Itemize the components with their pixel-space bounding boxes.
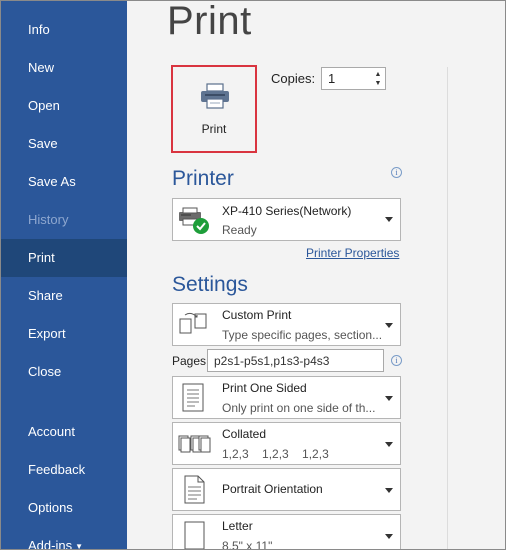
sides-title: Print One Sided bbox=[222, 381, 307, 395]
info-icon[interactable]: i bbox=[391, 355, 402, 366]
sidebar-item-label: Save bbox=[28, 136, 58, 151]
printer-status: Ready bbox=[222, 223, 257, 237]
sidebar-item-label: Options bbox=[28, 500, 73, 515]
sidebar-item-label: Export bbox=[28, 326, 66, 341]
sidebar-item-label: Feedback bbox=[28, 462, 86, 477]
sidebar-item-share[interactable]: Share bbox=[1, 277, 127, 315]
sidebar-item-history: History bbox=[1, 201, 127, 239]
print-panel: Print Print Copies: 1 ▲ ▼ Printer i XP-4… bbox=[127, 0, 505, 550]
printer-icon bbox=[200, 83, 230, 114]
print-button[interactable]: Print bbox=[171, 65, 257, 153]
print-range-title: Custom Print bbox=[222, 308, 292, 322]
paper-size-title: Letter bbox=[222, 519, 253, 533]
backstage-sidebar: Info New Open Save Save As History Print… bbox=[1, 1, 127, 550]
sidebar-item-save-as[interactable]: Save As bbox=[1, 163, 127, 201]
settings-heading: Settings bbox=[172, 273, 248, 296]
collation-title: Collated bbox=[222, 427, 267, 441]
sidebar-item-new[interactable]: New bbox=[1, 49, 127, 87]
paper-size-dropdown[interactable]: Letter 8.5" x 11" bbox=[172, 514, 401, 550]
pages-label: Pages: bbox=[172, 354, 210, 368]
pages-input[interactable]: p2s1-p5s1,p1s3-p4s3 bbox=[207, 349, 384, 372]
sidebar-item-label: Info bbox=[28, 22, 50, 37]
chevron-down-icon bbox=[385, 442, 393, 447]
preview-divider bbox=[447, 67, 448, 549]
sidebar-item-open[interactable]: Open bbox=[1, 87, 127, 125]
sidebar-item-label: Account bbox=[28, 424, 75, 439]
copies-stepper[interactable]: 1 ▲ ▼ bbox=[321, 67, 386, 90]
chevron-down-icon bbox=[385, 323, 393, 328]
portrait-page-icon bbox=[177, 474, 211, 511]
network-printer-icon bbox=[177, 206, 211, 241]
print-button-label: Print bbox=[201, 122, 227, 136]
sidebar-item-options[interactable]: Options bbox=[1, 489, 127, 527]
sidebar-item-info[interactable]: Info bbox=[1, 11, 127, 49]
sidebar-item-label: Save As bbox=[28, 174, 76, 189]
collated-pages-icon bbox=[177, 430, 211, 463]
collation-dropdown[interactable]: Collated 1,2,3 1,2,3 1,2,3 bbox=[172, 422, 401, 465]
sidebar-item-label: Close bbox=[28, 364, 62, 379]
printer-heading: Printer bbox=[172, 167, 234, 190]
chevron-down-icon bbox=[385, 217, 393, 222]
sidebar-item-account[interactable]: Account bbox=[1, 413, 127, 451]
info-icon[interactable]: i bbox=[391, 167, 402, 178]
sidebar-item-label: New bbox=[28, 60, 55, 75]
printer-dropdown[interactable]: XP-410 Series(Network) Ready bbox=[172, 198, 401, 241]
sidebar-item-print[interactable]: Print bbox=[1, 239, 127, 277]
sidebar-item-close[interactable]: Close bbox=[1, 353, 127, 391]
custom-pages-icon bbox=[177, 311, 211, 344]
collation-subtitle: 1,2,3 1,2,3 1,2,3 bbox=[222, 447, 329, 461]
chevron-down-icon: ▼ bbox=[75, 542, 83, 550]
sidebar-item-label: Share bbox=[28, 288, 63, 303]
sidebar-item-label: Open bbox=[28, 98, 60, 113]
sidebar-item-label: History bbox=[28, 212, 69, 227]
copies-label: Copies: bbox=[271, 71, 316, 86]
paper-page-icon bbox=[177, 520, 211, 549]
print-range-subtitle: Type specific pages, section... bbox=[222, 328, 382, 342]
backstage-window: Info New Open Save Save As History Print… bbox=[0, 0, 506, 550]
orientation-dropdown[interactable]: Portrait Orientation bbox=[172, 468, 401, 511]
chevron-down-icon bbox=[385, 396, 393, 401]
one-sided-page-icon bbox=[177, 382, 211, 419]
spin-buttons[interactable]: ▲ ▼ bbox=[373, 70, 383, 88]
chevron-down-icon bbox=[385, 488, 393, 493]
printer-name: XP-410 Series(Network) bbox=[222, 204, 352, 218]
copies-value: 1 bbox=[328, 71, 336, 86]
page-title: Print bbox=[167, 0, 252, 43]
orientation-title: Portrait Orientation bbox=[222, 482, 323, 496]
chevron-down-icon bbox=[385, 534, 393, 539]
sidebar-item-export[interactable]: Export bbox=[1, 315, 127, 353]
print-range-dropdown[interactable]: Custom Print Type specific pages, sectio… bbox=[172, 303, 401, 346]
sidebar-item-label: Add-ins bbox=[28, 538, 73, 550]
sidebar-item-feedback[interactable]: Feedback bbox=[1, 451, 127, 489]
sidebar-item-label: Print bbox=[28, 250, 55, 265]
paper-size-subtitle: 8.5" x 11" bbox=[222, 539, 273, 550]
sides-subtitle: Only print on one side of th... bbox=[222, 401, 376, 415]
sides-dropdown[interactable]: Print One Sided Only print on one side o… bbox=[172, 376, 401, 419]
sidebar-item-add-ins[interactable]: Add-ins ▼ bbox=[1, 527, 127, 550]
sidebar-item-save[interactable]: Save bbox=[1, 125, 127, 163]
printer-properties-link[interactable]: Printer Properties bbox=[306, 246, 399, 260]
